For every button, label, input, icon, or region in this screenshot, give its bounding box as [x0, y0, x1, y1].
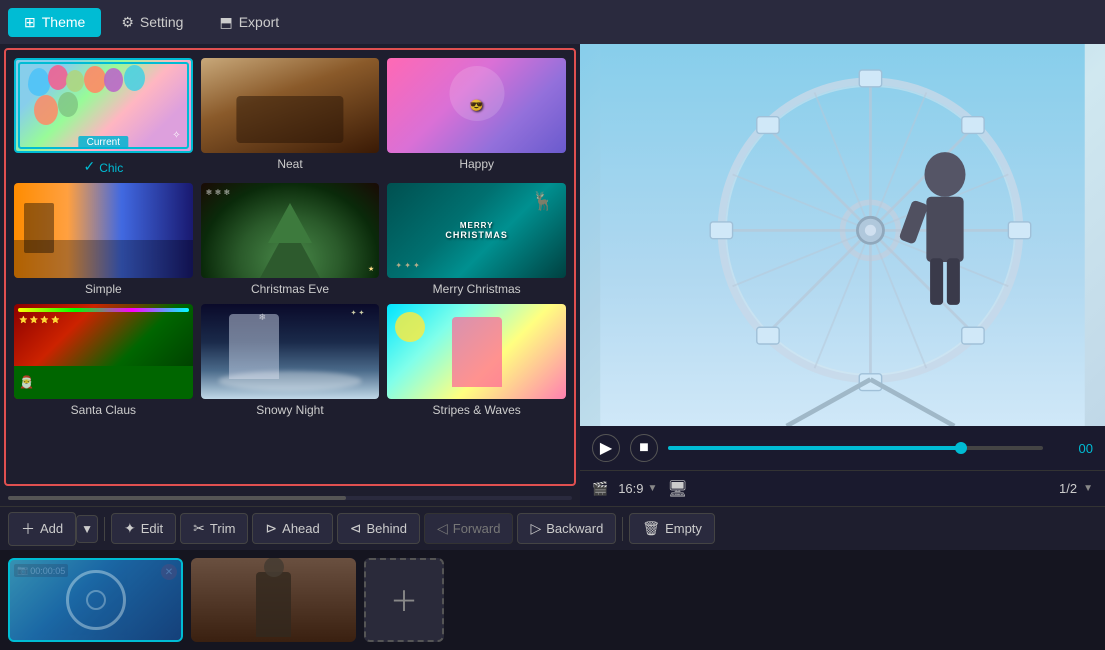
ahead-label: Ahead [282, 521, 320, 536]
trim-button[interactable]: ✂ Trim [180, 513, 248, 544]
monitor-icon: 🖥 [667, 479, 687, 499]
theme-label-christmas-eve: Christmas Eve [251, 282, 329, 296]
theme-label-santa-claus: Santa Claus [71, 403, 136, 417]
edit-icon: ✦ [124, 520, 136, 537]
aspect-ratio-dropdown-icon: ▼ [648, 483, 658, 494]
theme-label-snowy-night: Snowy Night [256, 403, 323, 417]
merry-text: MERRY CHRISTMAS [445, 221, 508, 240]
timeline-clip-2[interactable] [191, 558, 356, 642]
theme-thumb-chic: ✧ Current [14, 58, 193, 153]
right-panel: ▶ ■ 00 🎬 16:9 ▼ 🖥 1/2 ▼ [580, 44, 1105, 506]
theme-label-simple: Simple [85, 282, 122, 296]
ahead-button[interactable]: ⊳ Ahead [252, 513, 332, 544]
page-selector[interactable]: 1/2 ▼ [1059, 481, 1093, 496]
add-icon: ＋ [21, 519, 35, 539]
theme-grid: ✧ Current ✓ Chic Neat [14, 58, 566, 417]
setting-icon: ⚙ [121, 14, 134, 31]
theme-label-neat: Neat [277, 157, 302, 171]
left-panel: ✧ Current ✓ Chic Neat [0, 44, 580, 506]
backward-label: Backward [546, 521, 603, 536]
forward-label: Forward [453, 521, 501, 536]
separator-1 [104, 517, 105, 541]
page-dropdown-icon: ▼ [1083, 483, 1093, 494]
theme-grid-container: ✧ Current ✓ Chic Neat [4, 48, 576, 486]
theme-label-happy: Happy [459, 157, 494, 171]
video-controls: ▶ ■ 00 [580, 426, 1105, 470]
theme-item-chic[interactable]: ✧ Current ✓ Chic [14, 58, 193, 175]
trim-label: Trim [210, 521, 236, 536]
theme-thumb-santa-claus: ⭐ ⭐ ⭐ ⭐ 🎅 [14, 304, 193, 399]
theme-item-neat[interactable]: Neat [201, 58, 380, 175]
forward-icon: ◁ [437, 520, 448, 537]
add-button[interactable]: ＋ Add [8, 512, 76, 546]
video-preview [580, 44, 1105, 426]
tab-setting[interactable]: ⚙ Setting [105, 8, 199, 37]
theme-item-christmas-eve[interactable]: ❄ ❄ ❄ ★ Christmas Eve [201, 183, 380, 296]
add-clip-icon: ＋ [390, 580, 418, 620]
tab-export[interactable]: ⬒ Export [203, 8, 295, 37]
theme-item-happy[interactable]: 😎 Happy [387, 58, 566, 175]
theme-thumb-simple [14, 183, 193, 278]
export-icon: ⬒ [219, 14, 232, 31]
page-label: 1/2 [1059, 481, 1077, 496]
aspect-ratio-selector[interactable]: 16:9 ▼ [618, 481, 657, 496]
tab-theme[interactable]: ⊞ Theme [8, 8, 101, 37]
main-content: ✧ Current ✓ Chic Neat [0, 44, 1105, 506]
theme-thumb-merry-christmas: MERRY CHRISTMAS 🦌 ✦ ✦ ✦ [387, 183, 566, 278]
timeline-row: 📷 00:00:05 ✕ ＋ [0, 550, 1105, 650]
happy-overlay: 😎 [387, 58, 566, 153]
theme-thumb-neat [201, 58, 380, 153]
behind-label: Behind [366, 521, 406, 536]
theme-thumb-happy: 😎 [387, 58, 566, 153]
theme-item-stripes-waves[interactable]: Stripes & Waves [387, 304, 566, 417]
play-button[interactable]: ▶ [592, 434, 620, 462]
behind-icon: ⊲ [350, 520, 362, 537]
backward-icon: ▷ [530, 520, 541, 537]
edit-button[interactable]: ✦ Edit [111, 513, 176, 544]
tab-export-label: Export [239, 14, 279, 30]
current-badge: Current [79, 136, 128, 149]
theme-label-merry-christmas: Merry Christmas [433, 282, 521, 296]
top-tab-bar: ⊞ Theme ⚙ Setting ⬒ Export [0, 0, 1105, 44]
empty-icon: 🗑 [642, 520, 660, 537]
add-dropdown-button[interactable]: ▼ [76, 515, 98, 543]
theme-thumb-snowy-night: ❄ ✦ ✦ [201, 304, 380, 399]
theme-thumb-stripes-waves [387, 304, 566, 399]
behind-button[interactable]: ⊲ Behind [337, 513, 420, 544]
backward-button[interactable]: ▷ Backward [517, 513, 616, 544]
timeline-clip-1[interactable]: 📷 00:00:05 ✕ [8, 558, 183, 642]
progress-thumb [955, 442, 967, 454]
empty-button[interactable]: 🗑 Empty [629, 513, 715, 544]
empty-label: Empty [665, 521, 702, 536]
tab-theme-label: Theme [42, 14, 86, 30]
add-clip-button[interactable]: ＋ [364, 558, 444, 642]
theme-item-santa-claus[interactable]: ⭐ ⭐ ⭐ ⭐ 🎅 Santa Claus [14, 304, 193, 417]
theme-thumb-christmas-eve: ❄ ❄ ❄ ★ [201, 183, 380, 278]
theme-item-snowy-night[interactable]: ❄ ✦ ✦ Snowy Night [201, 304, 380, 417]
forward-button[interactable]: ◁ Forward [424, 513, 513, 544]
theme-item-merry-christmas[interactable]: MERRY CHRISTMAS 🦌 ✦ ✦ ✦ Merry Christmas [387, 183, 566, 296]
time-display: 00 [1053, 441, 1093, 456]
theme-item-simple[interactable]: Simple [14, 183, 193, 296]
edit-label: Edit [141, 521, 163, 536]
ferris-wheel-svg [580, 44, 1105, 426]
theme-icon: ⊞ [24, 14, 36, 31]
progress-bar[interactable] [668, 446, 1043, 450]
tab-setting-label: Setting [140, 14, 184, 30]
bottom-toolbar: ＋ Add ▼ ✦ Edit ✂ Trim ⊳ Ahead ⊲ Behind ◁… [0, 506, 1105, 550]
video-meta-row: 🎬 16:9 ▼ 🖥 1/2 ▼ [580, 470, 1105, 506]
add-label: Add [40, 521, 63, 536]
progress-fill [668, 446, 961, 450]
trim-icon: ✂ [193, 520, 205, 537]
check-icon: ✓ [83, 158, 95, 175]
theme-scroll-row [0, 490, 580, 506]
theme-label-stripes-waves: Stripes & Waves [433, 403, 521, 417]
stop-button[interactable]: ■ [630, 434, 658, 462]
ahead-icon: ⊳ [265, 520, 277, 537]
aspect-ratio-label: 16:9 [618, 481, 643, 496]
clip-icon: 🎬 [592, 481, 608, 497]
theme-label-chic: Chic [99, 161, 123, 175]
separator-2 [622, 517, 623, 541]
